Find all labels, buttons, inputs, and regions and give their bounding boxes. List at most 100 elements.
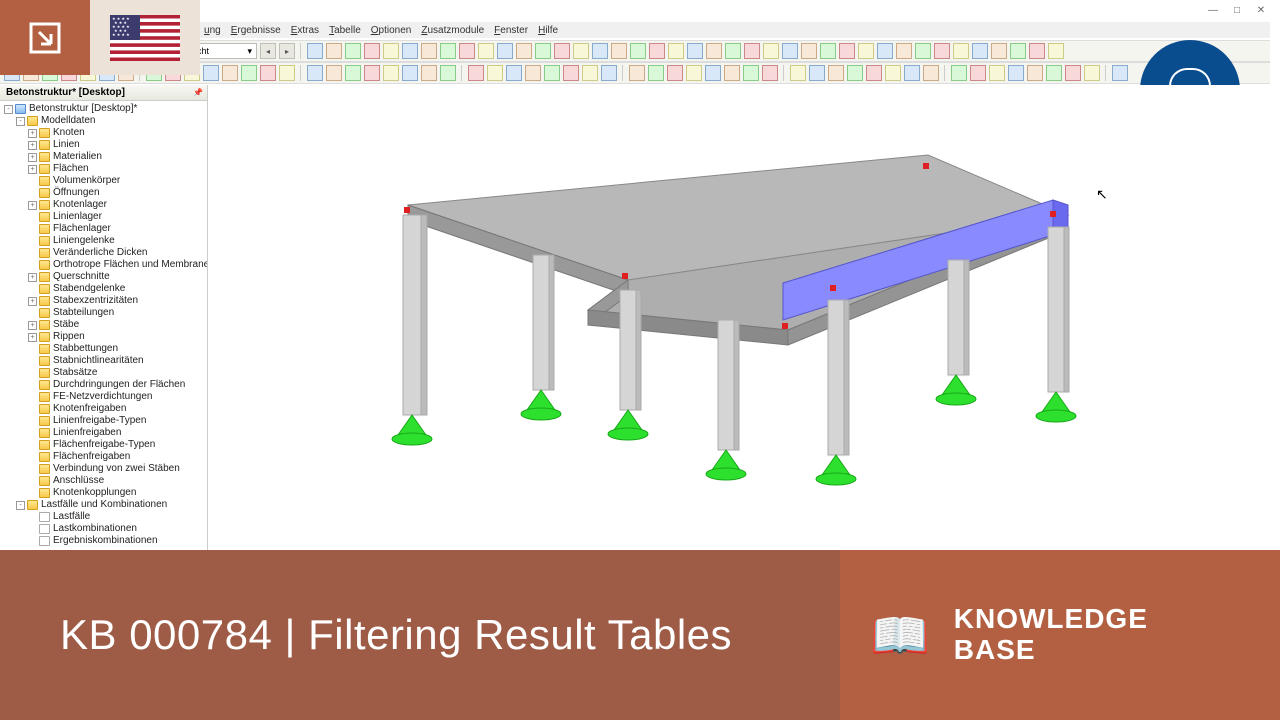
toolbar-button[interactable]	[468, 65, 484, 81]
toolbar-button[interactable]	[573, 43, 589, 59]
tree-item[interactable]: Stabteilungen	[0, 307, 207, 319]
toolbar-button[interactable]	[345, 43, 361, 59]
toolbar-button[interactable]	[667, 65, 683, 81]
toolbar-button[interactable]	[839, 43, 855, 59]
tree-item[interactable]: Knotenfreigaben	[0, 403, 207, 415]
toolbar-button[interactable]	[326, 43, 342, 59]
tree-item[interactable]: Linienlager	[0, 211, 207, 223]
toolbar-button[interactable]	[934, 43, 950, 59]
menu-item[interactable]: Ergebnisse	[231, 25, 281, 36]
tree-item[interactable]: +Materialien	[0, 151, 207, 163]
toolbar-button[interactable]	[279, 65, 295, 81]
toolbar-button[interactable]	[260, 65, 276, 81]
toolbar-button[interactable]	[877, 43, 893, 59]
tree-item[interactable]: Linienfreigabe-Typen	[0, 415, 207, 427]
tree-item[interactable]: Stabsätze	[0, 367, 207, 379]
toolbar-button[interactable]	[563, 65, 579, 81]
toolbar-button[interactable]	[487, 65, 503, 81]
model-viewport[interactable]	[208, 85, 1280, 550]
toolbar-button[interactable]	[896, 43, 912, 59]
toolbar-button[interactable]	[307, 65, 323, 81]
toolbar-button[interactable]	[222, 65, 238, 81]
tree-item[interactable]: +Knotenlager	[0, 199, 207, 211]
tree-item[interactable]: Orthotrope Flächen und Membranen	[0, 259, 207, 271]
tree-item[interactable]: Flächenlager	[0, 223, 207, 235]
tree-item[interactable]: Stabendgelenke	[0, 283, 207, 295]
toolbar-button[interactable]	[763, 43, 779, 59]
toolbar-button[interactable]	[582, 65, 598, 81]
tree-item[interactable]: +Stabexzentrizitäten	[0, 295, 207, 307]
toolbar-button[interactable]	[951, 65, 967, 81]
tree-item[interactable]: Öffnungen	[0, 187, 207, 199]
toolbar-button[interactable]	[383, 43, 399, 59]
tree-item[interactable]: +Rippen	[0, 331, 207, 343]
toolbar-button[interactable]	[648, 65, 664, 81]
tree-item[interactable]: Linienfreigaben	[0, 427, 207, 439]
tree-item[interactable]: +Querschnitte	[0, 271, 207, 283]
toolbar-button[interactable]	[440, 43, 456, 59]
toolbar-button[interactable]	[1010, 43, 1026, 59]
toolbar-button[interactable]	[762, 65, 778, 81]
toolbar-button[interactable]	[1027, 65, 1043, 81]
toolbar-button[interactable]	[953, 43, 969, 59]
tree-item[interactable]: Knotenkopplungen	[0, 487, 207, 499]
menu-item[interactable]: Tabelle	[329, 25, 361, 36]
toolbar-button[interactable]: ▸	[279, 43, 295, 59]
toolbar-button[interactable]	[687, 43, 703, 59]
toolbar-button[interactable]	[989, 65, 1005, 81]
toolbar-button[interactable]	[809, 65, 825, 81]
toolbar-button[interactable]	[203, 65, 219, 81]
tree-item[interactable]: +Knoten	[0, 127, 207, 139]
minimize-button[interactable]: —	[1202, 4, 1224, 18]
toolbar-button[interactable]	[1008, 65, 1024, 81]
toolbar-button[interactable]	[629, 65, 645, 81]
tree-item[interactable]: Anschlüsse	[0, 475, 207, 487]
tree-item[interactable]: Stabnichtlinearitäten	[0, 355, 207, 367]
menu-item[interactable]: Optionen	[371, 25, 412, 36]
toolbar-button[interactable]	[668, 43, 684, 59]
tree-item[interactable]: Liniengelenke	[0, 235, 207, 247]
toolbar-button[interactable]	[478, 43, 494, 59]
toolbar-button[interactable]	[630, 43, 646, 59]
toolbar-button[interactable]	[991, 43, 1007, 59]
toolbar-button[interactable]	[307, 43, 323, 59]
toolbar-button[interactable]	[915, 43, 931, 59]
tree-item[interactable]: Lastfälle	[0, 511, 207, 523]
toolbar-button[interactable]	[858, 43, 874, 59]
tree-item[interactable]: Ergebniskombinationen	[0, 535, 207, 547]
navigator-tree[interactable]: -Betonstruktur [Desktop]*-Modelldaten+Kn…	[0, 101, 207, 549]
toolbar-button[interactable]	[601, 65, 617, 81]
tree-item[interactable]: -Betonstruktur [Desktop]*	[0, 103, 207, 115]
toolbar-button[interactable]	[506, 65, 522, 81]
toolbar-button[interactable]	[326, 65, 342, 81]
toolbar-button[interactable]	[828, 65, 844, 81]
toolbar-button[interactable]	[459, 43, 475, 59]
toolbar-button[interactable]	[544, 65, 560, 81]
toolbar-button[interactable]	[402, 65, 418, 81]
toolbar-button[interactable]	[790, 65, 806, 81]
toolbar-button[interactable]	[847, 65, 863, 81]
toolbar-button[interactable]	[744, 43, 760, 59]
toolbar-button[interactable]	[364, 65, 380, 81]
menu-item[interactable]: Fenster	[494, 25, 528, 36]
toolbar-button[interactable]	[516, 43, 532, 59]
tree-item[interactable]: -Lastfälle und Kombinationen	[0, 499, 207, 511]
toolbar-button[interactable]	[345, 65, 361, 81]
toolbar-button[interactable]	[611, 43, 627, 59]
toolbar-button[interactable]	[743, 65, 759, 81]
toolbar-button[interactable]	[970, 65, 986, 81]
toolbar-button[interactable]	[885, 65, 901, 81]
menu-item[interactable]: Hilfe	[538, 25, 558, 36]
tree-item[interactable]: +Stäbe	[0, 319, 207, 331]
tree-item[interactable]: +Linien	[0, 139, 207, 151]
tree-item[interactable]: Durchdringungen der Flächen	[0, 379, 207, 391]
tree-item[interactable]: Flächenfreigaben	[0, 451, 207, 463]
toolbar-button[interactable]	[383, 65, 399, 81]
toolbar-button[interactable]	[686, 65, 702, 81]
toolbar-button[interactable]	[1029, 43, 1045, 59]
tree-item[interactable]: +Flächen	[0, 163, 207, 175]
toolbar-button[interactable]	[725, 43, 741, 59]
toolbar-button[interactable]	[440, 65, 456, 81]
toolbar-button[interactable]	[241, 65, 257, 81]
toolbar-button[interactable]	[1112, 65, 1128, 81]
